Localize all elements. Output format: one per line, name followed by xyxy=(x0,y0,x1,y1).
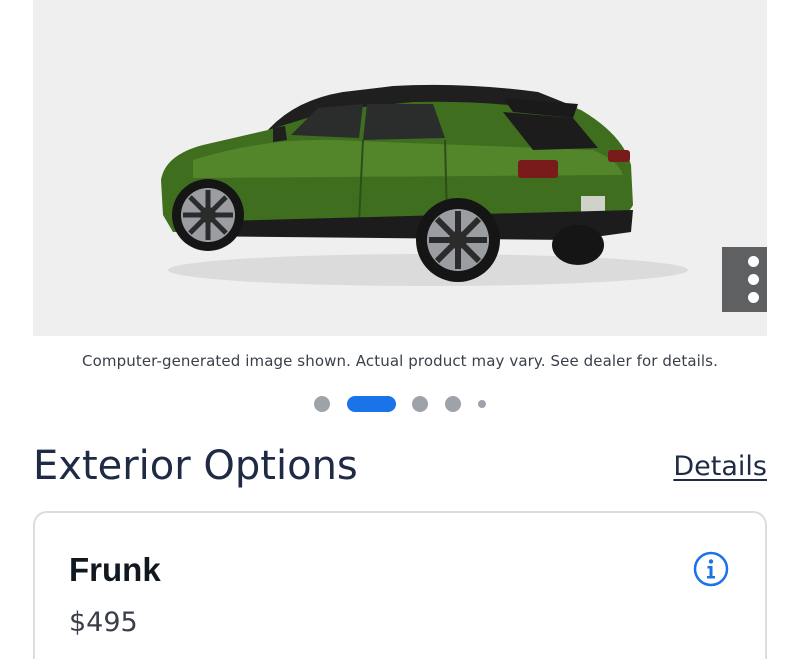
carousel-dot[interactable] xyxy=(314,396,330,412)
carousel-pagination xyxy=(0,396,800,412)
vehicle-image[interactable] xyxy=(33,0,767,336)
carousel-dot[interactable] xyxy=(445,396,461,412)
carousel-dot-active[interactable] xyxy=(347,396,396,412)
option-name: Frunk xyxy=(69,551,161,588)
option-price: $495 xyxy=(69,607,138,638)
option-card[interactable]: Frunk $495 xyxy=(33,511,767,659)
carousel-dot[interactable] xyxy=(412,396,428,412)
image-disclaimer: Computer-generated image shown. Actual p… xyxy=(82,352,718,370)
section-title: Exterior Options xyxy=(33,443,358,489)
more-vertical-icon-dot xyxy=(747,292,759,303)
more-options-button[interactable] xyxy=(722,247,767,312)
carousel-dot[interactable] xyxy=(478,400,486,408)
more-vertical-icon xyxy=(747,256,759,267)
more-vertical-icon-dot xyxy=(747,274,759,285)
car-illustration xyxy=(161,84,688,286)
page: Computer-generated image shown. Actual p… xyxy=(0,0,800,659)
info-circle-icon[interactable] xyxy=(693,551,729,587)
details-link[interactable]: Details xyxy=(673,449,767,485)
